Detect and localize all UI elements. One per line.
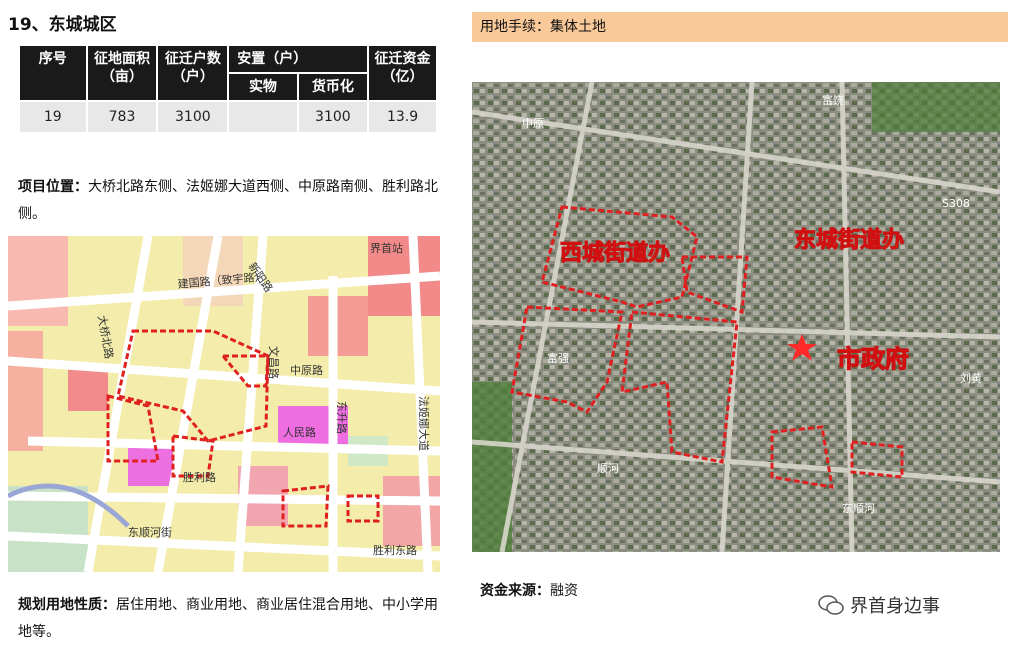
funding-source: 资金来源：融资 <box>480 580 578 600</box>
map2-xicheng: 西城街道办 <box>560 240 670 266</box>
planning-map-svg: 界首站 新阳路 建国路（致宇路） 中原路 文昌路 大桥北路 人民路 东升路 法姬… <box>8 236 440 572</box>
map1-shengli-east: 胜利东路 <box>373 543 417 557</box>
map2-fuyao: 富饶 <box>822 93 844 107</box>
map1-shengli-road: 胜利路 <box>183 470 216 484</box>
header-seq: 序号 <box>20 46 86 100</box>
watermark-text: 界首身边事 <box>850 596 940 617</box>
cell-seq: 19 <box>20 102 86 132</box>
page-title: 19、东城城区 <box>8 15 117 35</box>
watermark: 界首身边事 <box>818 592 940 618</box>
map1-jieshou-station: 界首站 <box>370 241 403 255</box>
cell-cash: 3100 <box>298 102 368 132</box>
header-area: 征地面积（亩） <box>87 46 157 100</box>
cell-area: 783 <box>87 102 157 132</box>
map2-dongshunhe: 东顺河 <box>842 502 875 515</box>
map2-shunhe: 顺河 <box>597 462 619 475</box>
header-inkind: 实物 <box>229 74 297 100</box>
map2-s308: S308 <box>942 197 970 210</box>
satellite-map: 西城街道办 东城街道办 市政府 中原 富强 顺河 东顺河 刘黄 S308 富饶 <box>472 82 1000 552</box>
cell-households: 3100 <box>158 102 228 132</box>
map2-fuqiang: 富强 <box>547 351 569 365</box>
map1-zhongyuan-road: 中原路 <box>290 364 323 377</box>
funding-label: 资金来源： <box>480 583 550 599</box>
satellite-map-svg: 西城街道办 东城街道办 市政府 中原 富强 顺河 东顺河 刘黄 S308 富饶 <box>472 82 1000 552</box>
header-households: 征迁户数（户） <box>158 46 228 100</box>
location-label: 项目位置： <box>18 179 88 195</box>
map1-renmin-road: 人民路 <box>283 426 316 439</box>
map2-liuhuang: 刘黄 <box>960 371 982 385</box>
land-use-nature: 规划用地性质：居住用地、商业用地、商业居住混合用地、中小学用地等。 <box>18 592 438 646</box>
land-use-label: 规划用地性质： <box>18 597 116 613</box>
wechat-icon <box>818 595 844 615</box>
map1-dongshunhe: 东顺河街 <box>128 525 172 539</box>
map2-shizhengfu: 市政府 <box>837 345 909 373</box>
requisition-table: 序号 征地面积（亩） 征迁户数（户） 安置（户） 征迁资金（亿） 实物 货币化 … <box>18 44 438 134</box>
header-resettle: 安置（户） <box>229 46 368 72</box>
header-cash: 货币化 <box>298 74 368 100</box>
map2-zhongyuan: 中原 <box>522 117 544 130</box>
cell-inkind <box>229 102 297 132</box>
table-row: 19 783 3100 3100 13.9 <box>20 102 436 132</box>
planning-map: 界首站 新阳路 建国路（致宇路） 中原路 文昌路 大桥北路 人民路 东升路 法姬… <box>8 236 440 572</box>
funding-text: 融资 <box>550 583 578 599</box>
map2-dongcheng: 东城街道办 <box>794 227 904 253</box>
procedure-text: 集体土地 <box>550 19 606 35</box>
map1-dongsheng-road: 东升路 <box>335 401 348 434</box>
land-procedure-bar: 用地手续：集体土地 <box>472 12 1008 42</box>
map1-fajina: 法姬娜大道 <box>417 396 431 451</box>
cell-funds: 13.9 <box>369 102 436 132</box>
map1-wenchang-road: 文昌路 <box>267 346 281 379</box>
header-funds: 征迁资金（亿） <box>369 46 436 100</box>
procedure-label: 用地手续： <box>480 19 550 35</box>
project-location: 项目位置：大桥北路东侧、法姬娜大道西侧、中原路南侧、胜利路北侧。 <box>18 174 438 228</box>
